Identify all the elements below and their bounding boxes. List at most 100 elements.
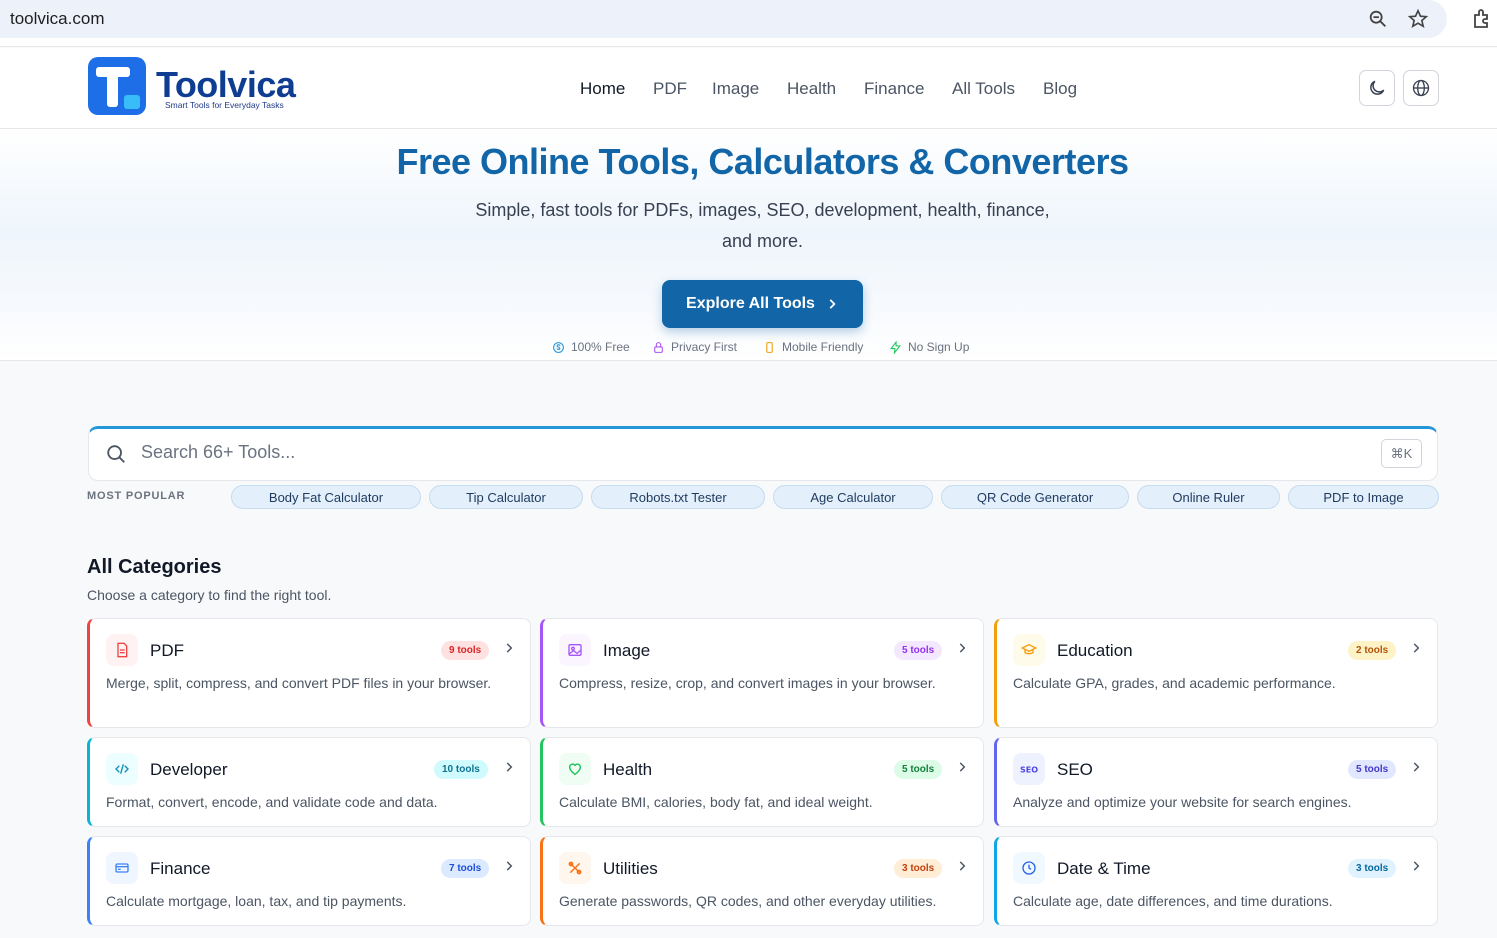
popular-chip[interactable]: Tip Calculator (429, 485, 583, 509)
explore-all-tools-button[interactable]: Explore All Tools (662, 280, 863, 328)
theme-toggle-button[interactable] (1359, 70, 1395, 106)
category-card-education[interactable]: Education 2 tools Calculate GPA, grades,… (994, 618, 1438, 728)
nav-finance[interactable]: Finance (864, 79, 924, 99)
coin-icon (553, 341, 564, 353)
url-text[interactable]: toolvica.com (10, 9, 104, 29)
lightning-icon (890, 340, 901, 354)
logo-tagline: Smart Tools for Everyday Tasks (165, 100, 284, 110)
heart-icon (559, 753, 591, 785)
card-description: Merge, split, compress, and convert PDF … (106, 675, 492, 691)
card-description: Calculate BMI, calories, body fat, and i… (559, 794, 873, 810)
card-title: Developer (150, 760, 228, 779)
category-card-developer[interactable]: Developer 10 tools Format, convert, enco… (87, 737, 531, 827)
seo-icon: SEO (1013, 753, 1045, 785)
chevron-right-icon (959, 861, 966, 871)
card-title: Education (1057, 641, 1133, 660)
toolvica-logo-icon[interactable] (88, 57, 146, 115)
categories-subheading: Choose a category to find the right tool… (87, 587, 332, 603)
card-title: Utilities (603, 859, 658, 878)
svg-text:SEO: SEO (1020, 766, 1038, 775)
chevron-right-icon (506, 861, 513, 871)
tool-count-badge: 9 tools (441, 641, 490, 660)
hero-section: Free Online Tools, Calculators & Convert… (0, 129, 1497, 361)
language-button[interactable] (1403, 70, 1439, 106)
tools-icon (559, 852, 591, 884)
tool-search-box: ⌘K (88, 426, 1438, 481)
chevron-right-icon (829, 299, 836, 309)
popular-chip[interactable]: Age Calculator (773, 485, 933, 509)
chevron-right-icon (506, 762, 513, 772)
graduation-cap-icon (1013, 634, 1045, 666)
popular-chip[interactable]: QR Code Generator (941, 485, 1129, 509)
nav-pdf[interactable]: PDF (653, 79, 687, 99)
moon-icon (1370, 80, 1385, 95)
nav-all-tools[interactable]: All Tools (952, 79, 1015, 99)
address-bar[interactable]: toolvica.com (0, 0, 1447, 38)
card-description: Compress, resize, crop, and convert imag… (559, 675, 936, 691)
category-card-image[interactable]: Image 5 tools Compress, resize, crop, an… (540, 618, 984, 728)
image-icon (559, 634, 591, 666)
chevron-right-icon (506, 643, 513, 653)
tool-count-badge: 7 tools (441, 859, 490, 878)
nav-home[interactable]: Home (580, 79, 625, 99)
chevron-right-icon (1413, 762, 1420, 772)
tool-count-badge: 5 tools (1348, 760, 1397, 779)
card-title: PDF (150, 641, 184, 660)
popular-chip[interactable]: Body Fat Calculator (231, 485, 421, 509)
card-description: Format, convert, encode, and validate co… (106, 794, 438, 810)
feature-no-signup: No Sign Up (889, 340, 969, 354)
feature-label: 100% Free (571, 340, 630, 354)
tool-count-badge: 3 tools (894, 859, 943, 878)
tool-count-badge: 5 tools (894, 760, 943, 779)
popular-chip[interactable]: Online Ruler (1137, 485, 1280, 509)
most-popular-label: MOST POPULAR (87, 490, 186, 502)
chevron-right-icon (1413, 643, 1420, 653)
zoom-icon[interactable] (1367, 8, 1389, 30)
tool-count-badge: 3 tools (1348, 859, 1397, 878)
feature-label: Privacy First (671, 340, 737, 354)
card-description: Calculate mortgage, loan, tax, and tip p… (106, 893, 407, 909)
feature-privacy: Privacy First (652, 340, 737, 354)
hero-subtitle-line1: Simple, fast tools for PDFs, images, SEO… (475, 200, 1050, 220)
credit-card-icon (106, 852, 138, 884)
categories-heading: All Categories (87, 556, 222, 578)
card-description: Generate passwords, QR codes, and other … (559, 893, 937, 909)
keyboard-shortcut-hint: ⌘K (1381, 439, 1422, 468)
file-icon (106, 634, 138, 666)
card-description: Calculate age, date differences, and tim… (1013, 893, 1333, 909)
hero-title: Free Online Tools, Calculators & Convert… (396, 141, 1129, 182)
card-description: Calculate GPA, grades, and academic perf… (1013, 675, 1336, 691)
feature-label: Mobile Friendly (782, 340, 864, 354)
popular-chip[interactable]: PDF to Image (1288, 485, 1439, 509)
card-title: Date & Time (1057, 859, 1151, 878)
nav-image[interactable]: Image (712, 79, 759, 99)
tool-count-badge: 2 tools (1348, 641, 1397, 660)
card-title: SEO (1057, 760, 1093, 779)
card-title: Finance (150, 859, 211, 878)
category-card-date-time[interactable]: Date & Time 3 tools Calculate age, date … (994, 836, 1438, 926)
feature-label: No Sign Up (908, 340, 970, 354)
card-description: Analyze and optimize your website for se… (1013, 794, 1352, 810)
clock-icon (1013, 852, 1045, 884)
category-card-utilities[interactable]: Utilities 3 tools Generate passwords, QR… (540, 836, 984, 926)
search-input[interactable] (141, 442, 1321, 463)
bookmark-star-icon[interactable] (1407, 8, 1429, 30)
popular-chip[interactable]: Robots.txt Tester (591, 485, 765, 509)
card-title: Health (603, 760, 653, 779)
nav-health[interactable]: Health (787, 79, 836, 99)
category-card-seo[interactable]: SEO SEO 5 tools Analyze and optimize you… (994, 737, 1438, 827)
category-card-health[interactable]: Health 5 tools Calculate BMI, calories, … (540, 737, 984, 827)
card-title: Image (603, 641, 651, 660)
tool-count-badge: 10 tools (434, 760, 488, 779)
chevron-right-icon (959, 643, 966, 653)
feature-free: 100% Free (552, 340, 630, 354)
category-card-finance[interactable]: Finance 7 tools Calculate mortgage, loan… (87, 836, 531, 926)
chevron-right-icon (959, 762, 966, 772)
hero-subtitle: Simple, fast tools for PDFs, images, SEO… (0, 195, 1497, 257)
chevron-right-icon (1413, 861, 1420, 871)
globe-icon (1412, 79, 1430, 97)
nav-blog[interactable]: Blog (1043, 79, 1077, 99)
extensions-icon[interactable] (1470, 7, 1494, 31)
category-card-pdf[interactable]: PDF 9 tools Merge, split, compress, and … (87, 618, 531, 728)
phone-icon (766, 341, 773, 353)
